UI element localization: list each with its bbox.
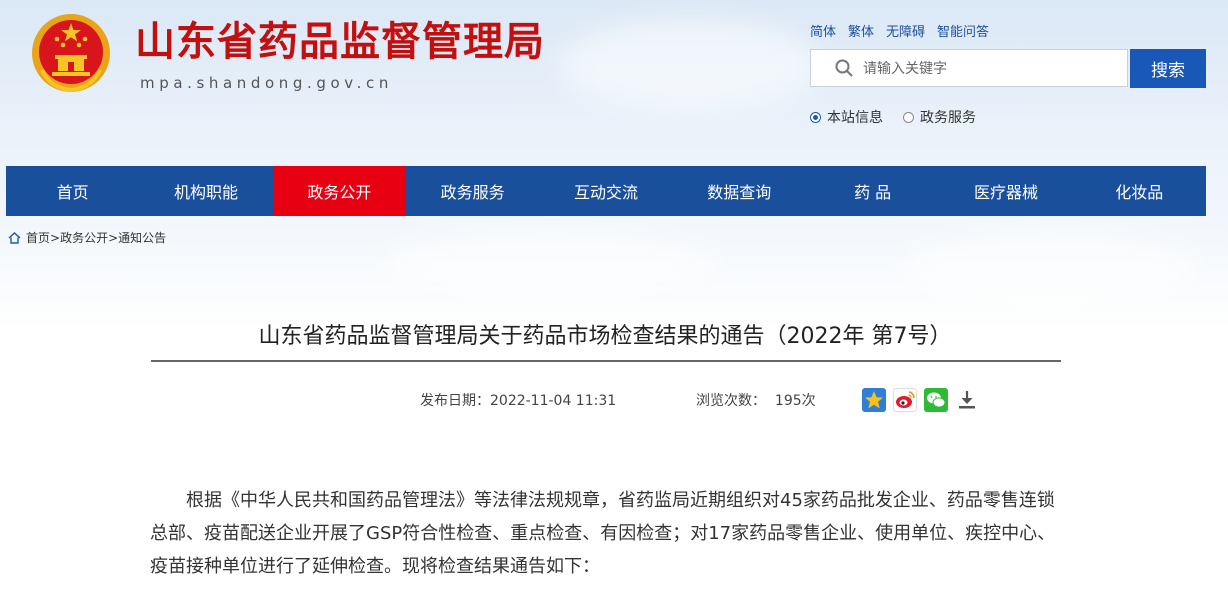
search-box [810,49,1128,88]
publish-value: 2022-11-04 11:31 [490,393,617,409]
breadcrumb-separator: > [50,230,61,245]
publish-label: 发布日期： [420,393,490,409]
nav-data-query[interactable]: 数据查询 [673,166,806,216]
nav-gov-services[interactable]: 政务服务 [406,166,539,216]
scope-gov-services[interactable]: 政务服务 [903,107,976,127]
top-links: 简体 繁体 无障碍 智能问答 [810,21,989,40]
search-input[interactable] [861,50,1125,88]
title-divider [151,360,1061,362]
site-title: 山东省药品监督管理局 [135,19,545,65]
link-accessibility[interactable]: 无障碍 [886,21,925,40]
nav-medical-devices[interactable]: 医疗器械 [939,166,1072,216]
publish-date: 发布日期：2022-11-04 11:31 [420,390,616,410]
nav-interaction[interactable]: 互动交流 [539,166,672,216]
wechat-icon[interactable] [924,388,948,412]
scope-site-info[interactable]: 本站信息 [810,107,883,127]
nav-institution[interactable]: 机构职能 [139,166,272,216]
search-button[interactable]: 搜索 [1130,49,1206,88]
site-domain: mpa.shandong.gov.cn [140,74,393,92]
link-smart-qa[interactable]: 智能问答 [937,21,989,40]
share-bar [862,388,979,412]
breadcrumb-gov-public[interactable]: 政务公开 [60,229,108,246]
article-title: 山东省药品监督管理局关于药品市场检查结果的通告（2022年 第7号） [258,324,952,349]
radio-unselected-icon [903,111,914,123]
scope-label: 政务服务 [920,110,976,126]
home-icon [8,231,21,244]
link-simplified[interactable]: 简体 [810,21,836,40]
nav-cosmetics[interactable]: 化妆品 [1073,166,1206,216]
search-scope: 本站信息 政务服务 [810,107,976,127]
view-count: 浏览次数： 195次 [696,390,816,410]
nav-gov-public[interactable]: 政务公开 [272,166,406,216]
download-icon[interactable] [955,388,979,412]
nav-drugs[interactable]: 药 品 [806,166,939,216]
breadcrumb-notices[interactable]: 通知公告 [118,229,166,246]
article-body: 根据《中华人民共和国药品管理法》等法律法规规章，省药监局近期组织对45家药品批发… [150,490,1056,577]
link-traditional[interactable]: 繁体 [848,21,874,40]
radio-selected-icon [810,111,821,123]
views-label: 浏览次数： [696,393,766,409]
scope-label: 本站信息 [827,110,883,126]
qzone-star-icon[interactable] [862,388,886,412]
breadcrumb-home[interactable]: 首页 [26,229,50,246]
views-value: 195次 [774,393,816,409]
national-emblem-logo [32,14,110,93]
weibo-icon[interactable] [893,388,917,412]
main-nav: 首页 机构职能 政务公开 政务服务 互动交流 数据查询 药 品 医疗器械 化妆品 [6,166,1206,216]
breadcrumb: 首页 > 政务公开 > 通知公告 [8,229,166,246]
nav-home[interactable]: 首页 [6,166,139,216]
breadcrumb-separator: > [108,230,119,245]
search-icon [835,59,853,77]
